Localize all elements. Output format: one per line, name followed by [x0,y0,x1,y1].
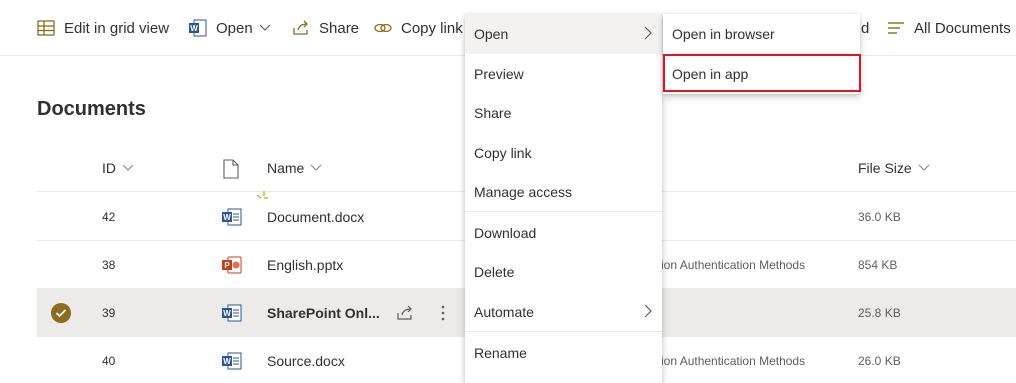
svg-text:P: P [224,261,230,270]
word-file-icon: W [222,289,242,336]
open-submenu: Open in browser Open in app [663,14,860,94]
row-id: 38 [102,257,116,272]
row-description: ation Authentication Methods [651,257,806,272]
file-type-icon[interactable] [223,159,239,179]
checkmark-icon [51,302,71,323]
column-header-name[interactable]: Name [267,160,322,176]
word-icon: W [188,18,208,38]
menu-item-rename[interactable]: Rename [465,333,662,373]
menu-divider [465,211,662,212]
edit-in-grid-view-button[interactable]: Edit in grid view [36,14,169,42]
row-file-size: 25.8 KB [858,305,901,320]
row-id: 39 [102,305,116,320]
menu-item-automate[interactable]: Automate [465,292,662,332]
share-icon [291,18,311,38]
row-share-icon[interactable] [396,289,414,336]
chevron-right-icon [644,26,652,43]
context-menu: Open Preview Share Copy link Manage acce… [465,14,662,383]
powerpoint-file-icon: P [222,241,242,288]
copy-link-button[interactable]: Copy link [373,14,463,42]
svg-text:W: W [223,357,231,366]
toolbar-partial-label: d [861,19,870,37]
menu-item-download[interactable]: Download [465,213,662,253]
menu-divider [465,331,662,332]
menu-item-delete[interactable]: Delete [465,252,662,292]
share-button[interactable]: Share [291,14,359,42]
row-id: 40 [102,353,116,368]
row-id: 42 [102,209,116,224]
menu-item-preview[interactable]: Preview [465,54,662,94]
row-name-link[interactable]: SharePoint Onl... [267,289,380,336]
menu-item-share[interactable]: Share [465,93,662,133]
row-file-size: 36.0 KB [858,209,901,224]
row-name-link[interactable]: English.pptx [267,241,343,288]
row-file-size: 26.0 KB [858,353,901,368]
svg-text:W: W [190,24,198,33]
row-name-link[interactable]: Source.docx [267,337,345,383]
menu-item-manage-access[interactable]: Manage access [465,172,662,212]
edit-in-grid-view-label: Edit in grid view [64,19,170,37]
column-header-id[interactable]: ID [102,160,134,176]
copy-link-label: Copy link [401,19,463,37]
svg-text:W: W [223,213,231,222]
link-icon [373,18,393,38]
svg-text:W: W [223,309,231,318]
more-actions-icon[interactable] [441,289,445,336]
row-description: ation Authentication Methods [651,353,806,368]
chevron-down-icon [259,24,271,32]
submenu-item-open-in-browser[interactable]: Open in browser [663,14,860,54]
share-label: Share [319,19,360,37]
chevron-right-icon [644,304,652,321]
page-title: Documents [37,98,146,120]
submenu-item-open-in-app[interactable]: Open in app [663,54,860,94]
word-file-icon: W [222,193,242,240]
menu-item-open[interactable]: Open [465,14,662,54]
view-switcher-label: All Documents [914,19,1011,37]
view-switcher-button[interactable]: All Documents [886,14,1011,42]
menu-item-copy-link[interactable]: Copy link [465,133,662,173]
word-file-icon: W [222,337,242,383]
open-label: Open [216,19,253,37]
grid-icon [36,18,56,38]
row-file-size: 854 KB [858,257,898,272]
row-checkbox[interactable] [51,289,71,336]
list-view-icon [886,18,906,38]
chevron-down-icon [122,164,134,172]
column-header-file-size[interactable]: File Size [858,160,930,176]
chevron-down-icon [310,164,322,172]
row-name-link[interactable]: Document.docx [267,193,364,240]
chevron-down-icon [918,164,930,172]
open-button[interactable]: W Open [188,14,271,42]
